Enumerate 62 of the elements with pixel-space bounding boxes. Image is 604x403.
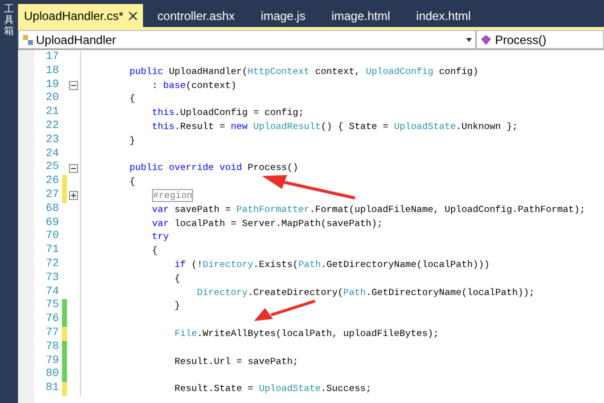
code-line: public UploadHandler(HttpContext context, UploadConfig config)	[128, 64, 478, 79]
member-name: Process()	[495, 32, 546, 48]
code-line: public override void Process()	[128, 161, 298, 176]
code-line: {	[128, 175, 136, 189]
class-icon	[22, 34, 34, 46]
code-line: }	[174, 299, 180, 314]
line-number: 73	[44, 272, 60, 286]
line-number: 80	[44, 368, 60, 382]
line-number: 22	[44, 120, 60, 134]
file-tab[interactable]: index.html	[404, 4, 483, 27]
line-number: 76	[44, 313, 60, 327]
file-tab[interactable]: controller.ashx	[145, 4, 247, 27]
line-number: 71	[44, 244, 60, 258]
line-number: 68	[44, 202, 60, 217]
code-line: this.Result = new UploadResult() { State = UploadState.Unknown };	[151, 120, 518, 134]
line-number: 74	[44, 286, 60, 300]
code-line: if (!Directory.Exists(Path.GetDirectoryName(localPath)))	[174, 258, 490, 272]
type-name: UploadHandler	[36, 32, 118, 48]
code-line: Result.State = UploadState.Success;	[174, 382, 372, 396]
code-line: var savePath = PathFormatter.Format(uploadFileName, UploadConfig.PathFormat);	[151, 202, 586, 217]
code-line: File.WriteAllBytes(localPath, uploadFileBytes);	[174, 326, 439, 341]
line-number: 21	[44, 106, 60, 120]
line-number: 81	[44, 382, 60, 396]
line-number: 20	[44, 92, 60, 106]
line-number: 26	[44, 175, 60, 189]
member-dropdown[interactable]: Process()	[476, 30, 604, 49]
close-icon[interactable]	[129, 12, 138, 20]
line-number: 25	[44, 161, 60, 176]
caret-icon	[466, 38, 472, 42]
method-icon	[480, 34, 492, 46]
line-number: 79	[44, 354, 60, 368]
code-line: {	[128, 92, 136, 106]
line-number: 70	[44, 230, 60, 244]
code-line: }	[128, 134, 136, 148]
line-number: 77	[44, 326, 60, 341]
code-line: Result.Url = savePath;	[174, 354, 298, 368]
file-tab[interactable]: UploadHandler.cs*	[18, 4, 144, 27]
code-line: Directory.CreateDirectory(Path.GetDirectoryName(localPath));	[196, 286, 535, 300]
file-tab[interactable]: image.js	[248, 4, 318, 27]
line-number: 78	[44, 340, 60, 355]
code-line: {	[174, 272, 180, 286]
line-number: 72	[44, 258, 60, 272]
line-number: 27	[44, 188, 60, 203]
code-line: : base(context)	[151, 78, 236, 92]
file-tab[interactable]: image.html	[319, 4, 402, 27]
line-number: 75	[44, 299, 60, 314]
code-line: var localPath = Server.MapPath(savePath);	[151, 216, 383, 230]
collapse-icon[interactable]	[69, 80, 78, 90]
line-number: 69	[44, 216, 60, 230]
type-dropdown[interactable]: UploadHandler	[18, 30, 476, 49]
toolbox-label[interactable]: 工具箱	[4, 4, 14, 37]
line-number: 17	[44, 51, 60, 65]
line-number: 18	[44, 64, 60, 79]
arrow-drawing	[253, 299, 317, 323]
code-line: {	[151, 244, 158, 258]
code-line: try	[151, 230, 169, 244]
line-number: 23	[44, 134, 60, 148]
line-number: 19	[44, 78, 60, 92]
line-number: 24	[44, 148, 60, 162]
expand-icon[interactable]	[69, 191, 78, 200]
code-line: this.UploadConfig = config;	[151, 106, 304, 120]
collapse-icon[interactable]	[69, 164, 78, 173]
